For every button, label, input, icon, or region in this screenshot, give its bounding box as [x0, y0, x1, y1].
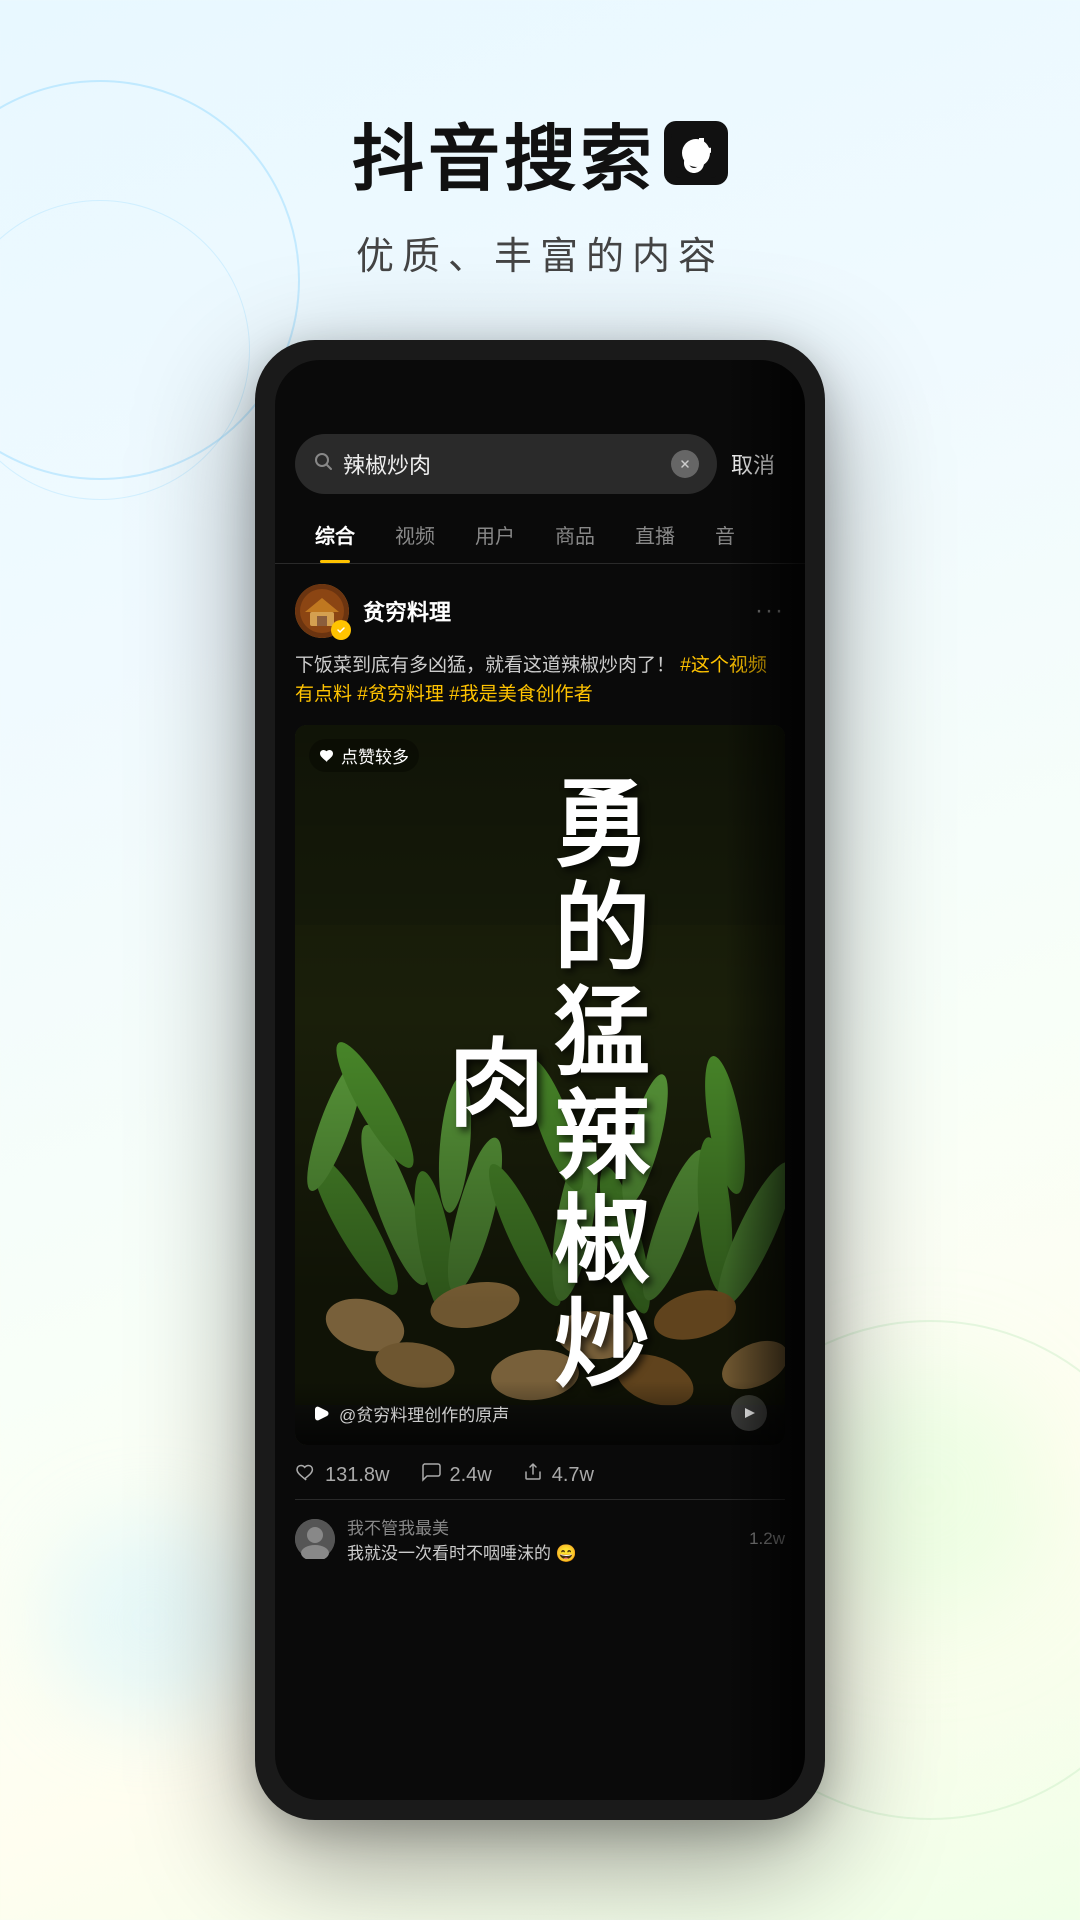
- video-calligraphy-text: 勇的猛辣椒炒肉: [434, 755, 645, 1415]
- avatar-wrap: [295, 584, 349, 638]
- commenter-name: 我不管我最美: [347, 1514, 737, 1539]
- video-source: @贫穷料理创作的原声: [313, 1401, 509, 1426]
- bg-blob-1: [50, 1520, 250, 1720]
- comment-text: 我就没一次看时不咽唾沫的 😄: [347, 1539, 737, 1564]
- post-text-prefix: 下饭菜到底有多凶猛，就看这道辣椒炒肉了！: [295, 655, 675, 676]
- tiktok-logo-icon: [664, 121, 728, 185]
- search-clear-icon[interactable]: [671, 450, 699, 478]
- phone-frame: 辣椒炒肉 取消 综合 视频: [255, 340, 825, 1820]
- likes-badge: 点赞较多: [309, 739, 419, 772]
- heart-icon: [295, 1461, 317, 1489]
- likes-badge-text: 点赞较多: [341, 743, 409, 768]
- phone-screen: 辣椒炒肉 取消 综合 视频: [275, 360, 805, 1800]
- search-bar[interactable]: 辣椒炒肉: [295, 434, 717, 494]
- comment-icon: [420, 1461, 442, 1489]
- commenter-avatar: [295, 1519, 335, 1559]
- video-source-text: @贫穷料理创作的原声: [339, 1401, 509, 1426]
- like-button[interactable]: 131.8w: [295, 1461, 390, 1489]
- app-title-text: 抖音搜索: [352, 100, 656, 205]
- share-button[interactable]: 4.7w: [522, 1461, 594, 1489]
- post-user-card: 贫穷料理 ···: [295, 584, 785, 638]
- comment-count: 2.4w: [450, 1464, 492, 1487]
- search-icon: [313, 451, 333, 477]
- video-footer: @贫穷料理创作的原声: [295, 1381, 785, 1445]
- like-count: 131.8w: [325, 1464, 390, 1487]
- tab-视频[interactable]: 视频: [375, 510, 455, 563]
- post-username[interactable]: 贫穷料理: [363, 595, 451, 627]
- comment-button[interactable]: 2.4w: [420, 1461, 492, 1489]
- verified-badge: [331, 620, 351, 640]
- tab-用户[interactable]: 用户: [455, 510, 535, 563]
- bg-blob-2: [800, 1370, 1050, 1620]
- video-background: 勇的猛辣椒炒肉 点赞较多: [295, 725, 785, 1445]
- video-text-overlay: 勇的猛辣椒炒肉: [295, 725, 785, 1445]
- tab-商品[interactable]: 商品: [535, 510, 615, 563]
- phone-edge-dark: [725, 360, 805, 1800]
- search-query-text: 辣椒炒肉: [343, 448, 661, 480]
- video-thumbnail[interactable]: 勇的猛辣椒炒肉 点赞较多: [295, 725, 785, 1445]
- tab-直播[interactable]: 直播: [615, 510, 695, 563]
- post-description: 下饭菜到底有多凶猛，就看这道辣椒炒肉了！ #这个视频有点料 #贫穷料理 #我是美…: [295, 652, 785, 709]
- tab-综合[interactable]: 综合: [295, 510, 375, 563]
- comment-preview: 我不管我最美 我就没一次看时不咽唾沫的 😄 1.2w: [295, 1499, 785, 1564]
- share-count: 4.7w: [552, 1464, 594, 1487]
- share-icon: [522, 1461, 544, 1489]
- hashtag-2[interactable]: #贫穷料理: [357, 684, 444, 705]
- interaction-bar: 131.8w 2.4w: [295, 1445, 785, 1499]
- app-subtitle: 优质、丰富的内容: [0, 225, 1080, 280]
- app-title-row: 抖音搜索: [0, 100, 1080, 205]
- user-info: 贫穷料理: [295, 584, 451, 638]
- comment-text-wrap: 我不管我最美 我就没一次看时不咽唾沫的 😄: [347, 1514, 737, 1564]
- hashtag-3[interactable]: #我是美食创作者: [449, 684, 593, 705]
- page-header: 抖音搜索 优质、丰富的内容: [0, 0, 1080, 280]
- phone-mockup: 辣椒炒肉 取消 综合 视频: [255, 340, 825, 1820]
